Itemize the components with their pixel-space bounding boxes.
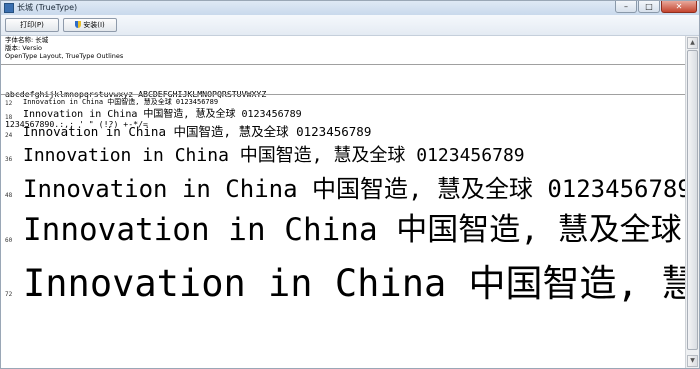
vertical-scrollbar[interactable]: ▲ ▼ [685,36,699,368]
install-button-label: 安装(I) [83,21,105,29]
scroll-thumb[interactable] [687,50,698,350]
sample-size-label: 12 [5,100,13,107]
font-name-line: 字体名称: 长城 [5,36,49,44]
maximize-button[interactable]: □ [638,1,660,13]
sample-size-label: 18 [5,114,13,121]
toolbar: 打印(P) 安装(I) [1,15,699,36]
sample-size-label: 36 [5,156,13,163]
font-viewer-window: 长城 (TrueType) – □ ✕ 打印(P) 安装(I) 字体名称: 长城… [0,0,700,369]
font-file-icon [4,3,14,13]
print-button-label: 打印(P) [20,21,44,29]
sample-divider [1,94,699,95]
minimize-button[interactable]: – [615,1,637,13]
close-button[interactable]: ✕ [661,1,697,13]
sample-size-label: 48 [5,192,13,199]
sample-size-label: 60 [5,237,13,244]
sample-text: Innovation in China 中国智造, 慧及全球 012345678… [23,145,525,166]
arrow-up-icon[interactable]: ▲ [687,37,698,49]
sample-text: Innovation in China 中国智造, 慧及全球 012345678… [23,212,699,248]
sample-size-label: 24 [5,132,13,139]
sample-text: Innovation in China 中国智造, 慧及全球 012345678… [23,124,372,139]
sample-text: Innovation in China 中国智造, 慧及全球 012345678… [23,109,302,120]
window-controls: – □ ✕ [614,1,697,15]
font-outline-line: OpenType Layout, TrueType Outlines [5,52,124,60]
print-button[interactable]: 打印(P) [5,18,59,32]
sample-text: Innovation in China 中国智造, 慧及全球 012345678… [23,175,692,203]
arrow-down-icon[interactable]: ▼ [687,355,698,367]
title-bar[interactable]: 长城 (TrueType) – □ ✕ [1,1,699,15]
sample-text: Innovation in China 中国智造, 慧及全球 012345678… [23,262,699,305]
shield-icon [75,21,82,28]
sample-size-label: 72 [5,291,13,298]
sample-text: Innovation in China 中国智造, 慧及全球 012345678… [23,98,219,106]
info-divider [1,64,699,65]
install-button[interactable]: 安装(I) [63,18,117,32]
font-info: 字体名称: 长城 版本: Versio OpenType Layout, Tru… [5,36,123,60]
window-title: 长城 (TrueType) [17,3,78,12]
font-version-line: 版本: Versio [5,44,43,52]
